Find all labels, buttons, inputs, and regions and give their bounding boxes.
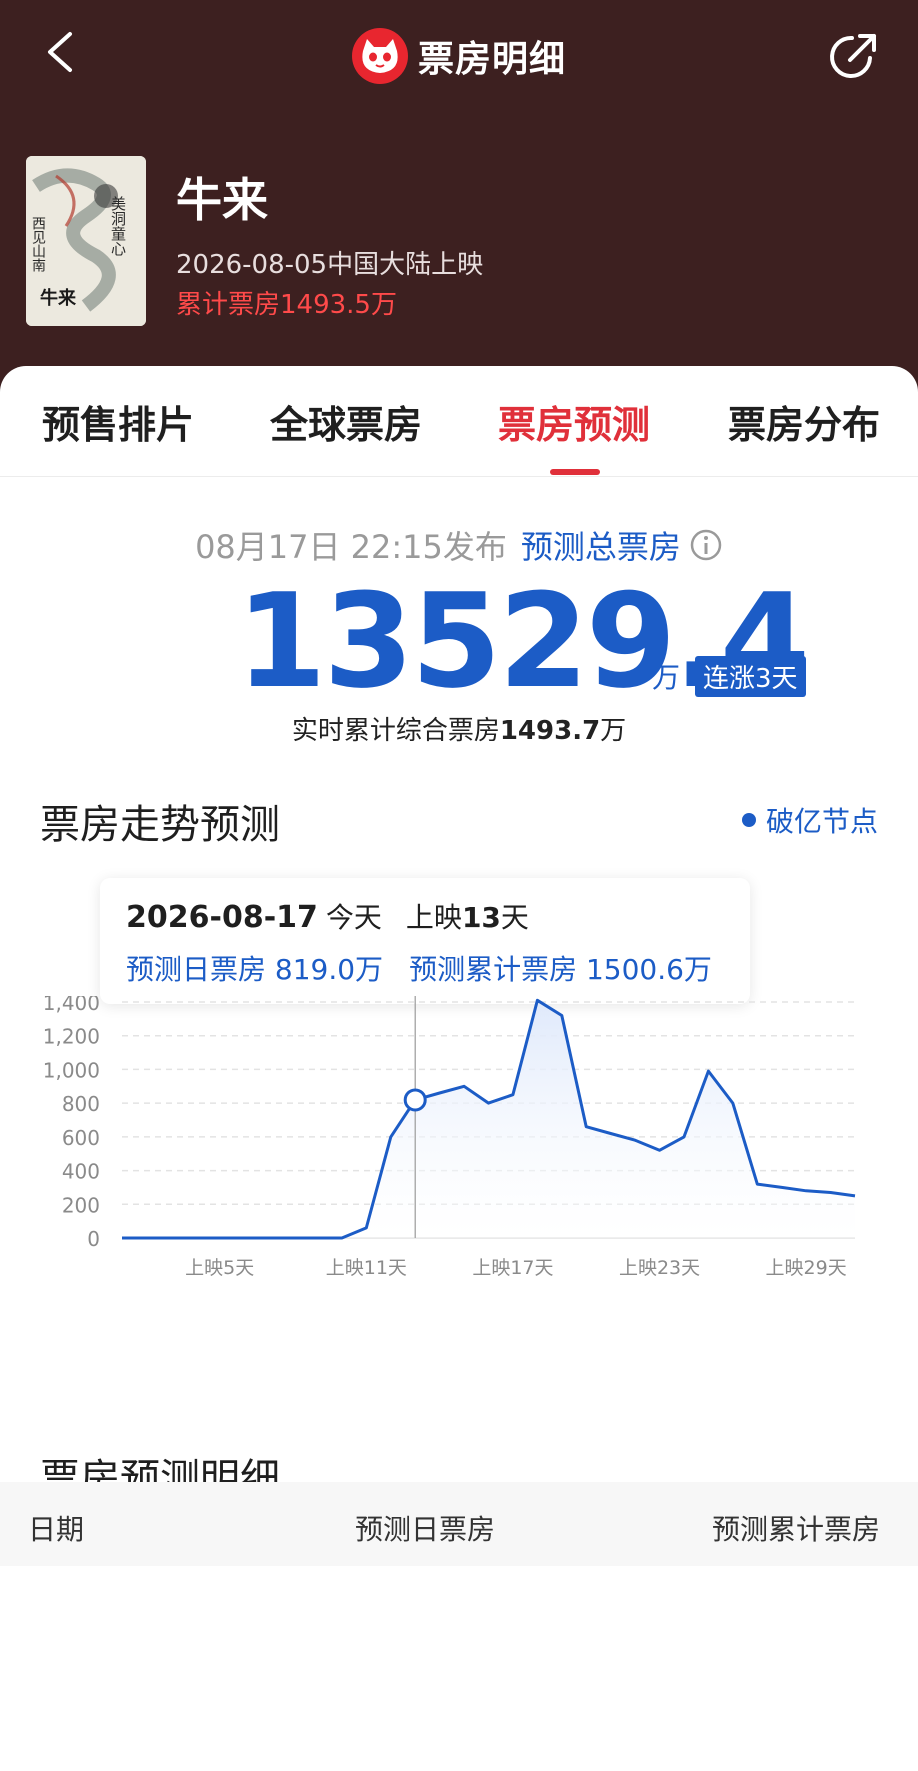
realtime-value: 1493.7: [499, 716, 601, 746]
legend-breakthrough[interactable]: 破亿节点: [741, 800, 878, 840]
legend-dot: [741, 813, 756, 827]
box-office-trend-chart[interactable]: 0 200 400 600 800 1,000 1,200 1,400 上映5天 上映11天 上映1…: [0, 996, 918, 1276]
chart-tooltip: 2026-08-17 今天 上映13天 预测日票房 819.0万 预测累计票房 150…: [100, 878, 750, 1004]
legend-label: 破亿节点: [765, 805, 878, 838]
tooltip-day-num: 13: [461, 901, 501, 934]
nav-title: 票房明细: [417, 39, 566, 80]
release-info: 2026-08-05中国大陆上映: [176, 250, 484, 280]
realtime-box-office: 实时累计综合票房1493.7万: [0, 710, 918, 747]
cumulative-box-office: 累计票房1493.5万: [176, 290, 397, 320]
forecast-total-unit: 万: [652, 661, 681, 694]
info-icon[interactable]: [689, 528, 723, 570]
y-tick-label: 0: [87, 1227, 100, 1251]
content-card: 预售排片 全球票房 票房预测 票房分布 08月17日 22:15发布 预测总票房 …: [0, 366, 918, 1771]
realtime-unit: 万: [600, 716, 627, 746]
maoyan-cat-logo: [351, 28, 408, 84]
forecast-total-label: 预测总票房: [520, 528, 681, 566]
poster-text-2: 西见山南: [30, 216, 46, 272]
tooltip-date: 2026-08-17: [126, 900, 318, 935]
x-tick-label: 上映23天: [619, 1257, 700, 1276]
trend-section-title: 票房走势预测: [40, 802, 280, 848]
movie-title: 牛来: [176, 173, 268, 227]
header: 票房明细 美洞童心 西见山南 牛来 牛来 2026-08-05中国大陆上映 累计…: [0, 0, 918, 400]
col-date[interactable]: 日期: [28, 1508, 84, 1548]
y-tick-label: 1,400: [43, 996, 100, 1015]
poster-text-3: 牛来: [40, 287, 77, 309]
nav-title-bar: 票房明细: [0, 26, 918, 86]
tooltip-daily: 预测日票房 819.0万: [126, 953, 384, 986]
tab-presale[interactable]: 预售排片: [42, 394, 194, 449]
tooltip-day-label: 上映: [405, 901, 462, 934]
tooltip-today: 今天: [325, 901, 382, 934]
realtime-label: 实时累计综合票房: [291, 716, 500, 746]
share-icon: [830, 34, 876, 78]
tooltip-day-unit: 天: [500, 901, 529, 934]
y-tick-label: 400: [62, 1160, 100, 1184]
tab-box-office-distribution[interactable]: 票房分布: [728, 394, 880, 449]
y-tick-label: 1,200: [43, 1025, 100, 1049]
x-tick-label: 上映5天: [185, 1257, 254, 1276]
y-tick-label: 800: [62, 1092, 100, 1116]
poster-text-1: 美洞童心: [109, 196, 127, 256]
trend-badge: 连涨3天: [695, 656, 806, 697]
forecast-header: 08月17日 22:15发布 预测总票房: [0, 522, 918, 570]
tab-bar: 预售排片 全球票房 票房预测 票房分布: [0, 366, 918, 477]
y-tick-label: 200: [62, 1193, 100, 1217]
tooltip-day: 上映13天: [406, 901, 529, 934]
share-button[interactable]: [826, 30, 880, 84]
x-tick-label: 上映29天: [766, 1257, 847, 1276]
col-daily-forecast[interactable]: 预测日票房: [355, 1508, 495, 1548]
col-cumulative-forecast[interactable]: 预测累计票房: [712, 1508, 880, 1548]
tooltip-values-row: 预测日票房 819.0万 预测累计票房 1500.6万: [126, 948, 712, 988]
tab-global-box-office[interactable]: 全球票房: [270, 394, 422, 449]
active-tab-indicator: [550, 469, 600, 475]
tooltip-date-row: 2026-08-17 今天 上映13天: [126, 896, 529, 936]
y-tick-label: 600: [62, 1126, 100, 1150]
x-tick-label: 上映17天: [472, 1257, 553, 1276]
publish-time: 08月17日 22:15发布: [195, 528, 507, 566]
movie-poster[interactable]: 美洞童心 西见山南 牛来: [26, 156, 146, 326]
y-tick-label: 1,000: [43, 1058, 100, 1082]
x-tick-label: 上映11天: [326, 1257, 407, 1276]
highlight-point: [403, 1088, 427, 1112]
tab-box-office-forecast[interactable]: 票房预测: [498, 394, 650, 449]
detail-table-header: 日期 预测日票房 预测累计票房: [0, 1482, 918, 1566]
tooltip-cumulative: 预测累计票房 1500.6万: [409, 953, 712, 986]
